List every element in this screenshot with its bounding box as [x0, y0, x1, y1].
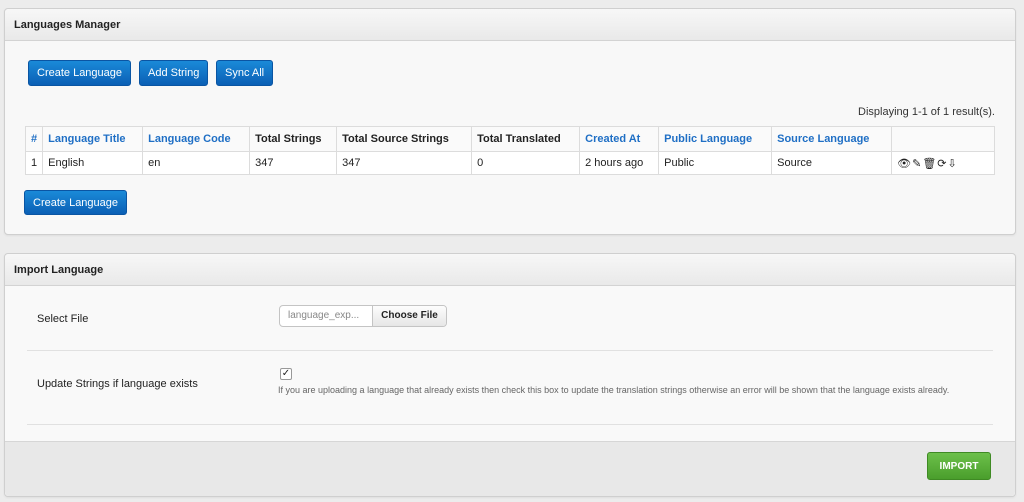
col-total-source-strings: Total Source Strings [336, 126, 473, 152]
cell-total-source-strings: 347 [336, 151, 473, 175]
cell-total-strings: 347 [249, 151, 338, 175]
cell-number: 1 [24, 151, 44, 175]
add-string-button[interactable]: Add String [139, 60, 209, 86]
languages-manager-panel: Languages Manager Create Language Add St… [4, 8, 1016, 235]
cell-language-title: English [42, 151, 144, 175]
form-footer: IMPORT [5, 441, 1015, 496]
help-text: If you are uploading a language that alr… [278, 385, 950, 395]
col-number[interactable]: # [24, 126, 44, 152]
results-count: Displaying 1-1 of 1 result(s). [858, 106, 995, 118]
file-name-display: language_exp... [288, 310, 360, 321]
update-strings-checkbox[interactable]: ✓ [280, 368, 292, 380]
eye-icon[interactable]: 👁 [897, 158, 912, 170]
col-total-translated: Total Translated [471, 126, 581, 152]
col-created-at[interactable]: Created At [579, 126, 660, 152]
col-source-language[interactable]: Source Language [771, 126, 893, 152]
pencil-icon[interactable]: ✎ [912, 158, 922, 170]
col-actions [891, 126, 995, 152]
cell-total-translated: 0 [471, 151, 581, 175]
cell-source-language: Source [771, 151, 893, 175]
panel-title: Languages Manager [5, 9, 1015, 41]
table-row: 1 English en 347 347 0 2 hours ago Publi… [24, 151, 995, 175]
row-actions: 👁✎🗑⟳⇩ [891, 151, 995, 175]
import-button[interactable]: IMPORT [927, 452, 991, 480]
sync-all-button[interactable]: Sync All [216, 60, 274, 86]
col-language-code[interactable]: Language Code [142, 126, 251, 152]
cell-created-at: 2 hours ago [579, 151, 660, 175]
cell-public-language: Public [658, 151, 773, 175]
divider [27, 350, 993, 351]
create-language-bottom-button[interactable]: Create Language [24, 190, 128, 215]
table-header-row: # Language Title Language Code Total Str… [24, 126, 995, 152]
refresh-icon[interactable]: ⟳ [937, 158, 947, 170]
select-file-label: Select File [37, 313, 89, 325]
import-language-panel: Import Language Select File language_exp… [4, 253, 1016, 497]
col-total-strings: Total Strings [249, 126, 338, 152]
file-input[interactable]: language_exp... Choose File [279, 305, 447, 327]
languages-table: # Language Title Language Code Total Str… [24, 126, 995, 175]
panel-title: Import Language [5, 254, 1015, 286]
cell-language-code: en [142, 151, 251, 175]
col-language-title[interactable]: Language Title [42, 126, 144, 152]
update-strings-label: Update Strings if language exists [37, 378, 198, 390]
choose-file-button[interactable]: Choose File [372, 306, 446, 326]
col-public-language[interactable]: Public Language [658, 126, 773, 152]
create-language-button[interactable]: Create Language [28, 60, 132, 86]
download-icon[interactable]: ⇩ [948, 158, 958, 170]
trash-icon[interactable]: 🗑 [922, 158, 937, 170]
divider [27, 424, 993, 425]
